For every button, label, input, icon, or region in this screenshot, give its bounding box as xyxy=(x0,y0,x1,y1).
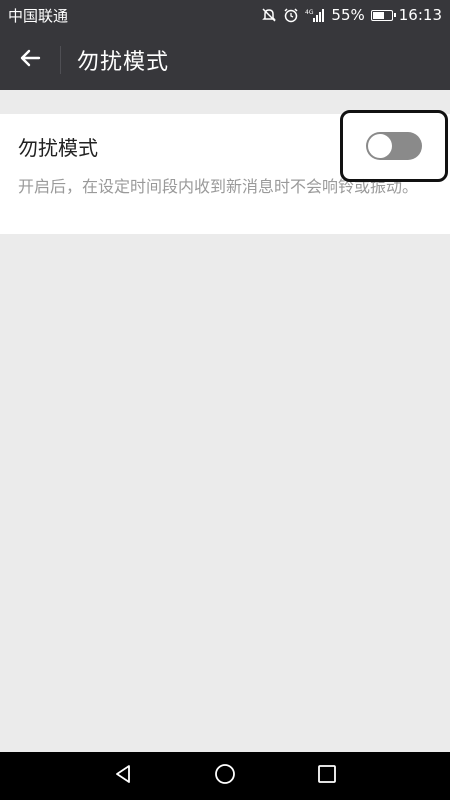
network-label: 4G xyxy=(305,9,314,16)
nav-home-button[interactable] xyxy=(208,759,242,793)
toggle-knob xyxy=(368,134,392,158)
status-right: 4G 55% 16:13 xyxy=(261,6,442,24)
arrow-left-icon xyxy=(18,46,42,74)
alarm-clock-icon xyxy=(283,7,299,23)
back-button[interactable] xyxy=(0,30,60,90)
battery-icon xyxy=(370,9,396,21)
circle-home-icon xyxy=(214,763,236,789)
dnd-setting-row: 勿扰模式 开启后，在设定时间段内收到新消息时不会响铃或振动。 xyxy=(0,110,450,234)
toggle-highlight-box xyxy=(340,110,448,182)
battery-percent: 55% xyxy=(331,6,365,24)
square-recent-icon xyxy=(316,763,338,789)
carrier-label: 中国联通 xyxy=(8,6,69,25)
dnd-toggle-switch[interactable] xyxy=(366,132,422,160)
muted-bell-icon xyxy=(261,7,277,23)
nav-recent-button[interactable] xyxy=(310,759,344,793)
page-title: 勿扰模式 xyxy=(77,50,170,75)
system-nav-bar xyxy=(0,752,450,800)
app-bar: 勿扰模式 xyxy=(0,30,450,90)
app-bar-divider xyxy=(60,46,61,74)
signal-icon: 4G xyxy=(305,7,325,23)
clock-time: 16:13 xyxy=(398,6,442,24)
nav-back-button[interactable] xyxy=(106,759,140,793)
triangle-back-icon xyxy=(112,763,134,789)
status-bar: 中国联通 4G 55% 16:13 xyxy=(0,0,450,30)
